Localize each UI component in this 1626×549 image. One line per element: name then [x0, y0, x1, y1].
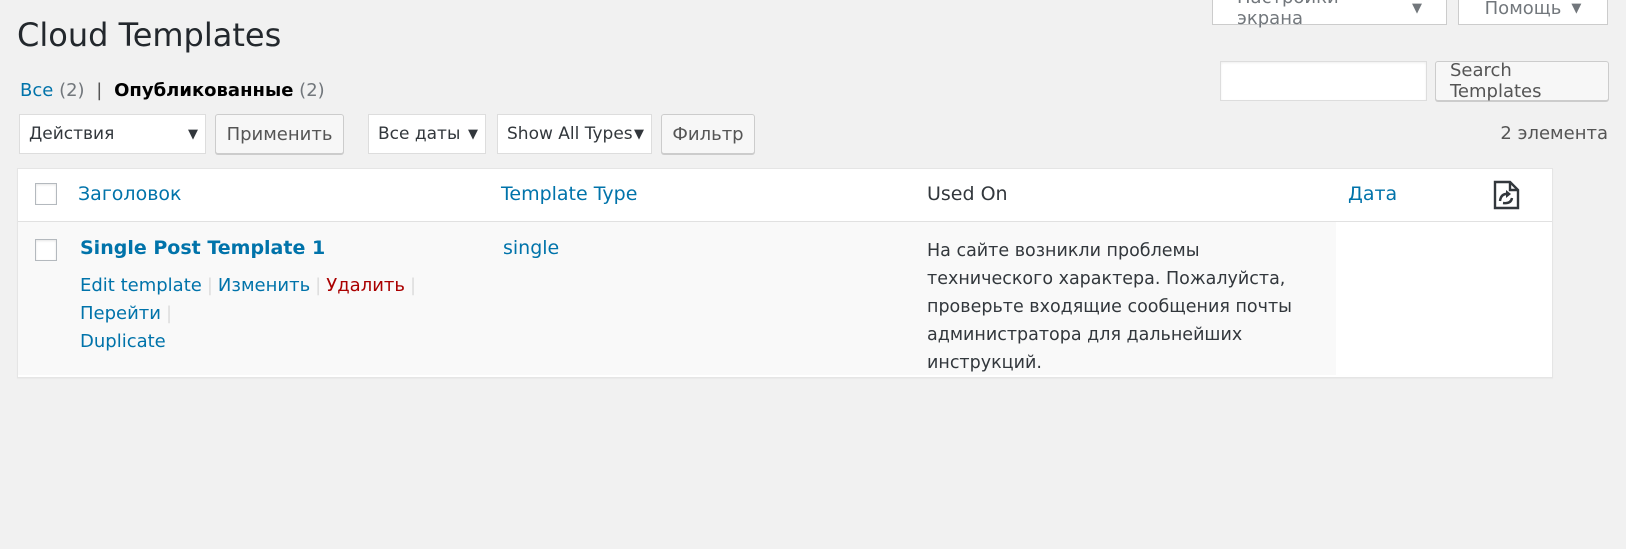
action-separator: | — [206, 275, 213, 296]
action-separator: | — [410, 275, 417, 296]
help-label: Помощь — [1484, 0, 1562, 19]
status-views: Все (2) | Опубликованные (2) — [20, 80, 325, 101]
views-separator: | — [96, 80, 103, 101]
row-checkbox[interactable] — [35, 239, 57, 261]
view-link[interactable]: Перейти — [80, 303, 161, 324]
edit-template-link[interactable]: Edit template — [80, 275, 202, 296]
column-date-sort[interactable]: Дата — [1348, 183, 1397, 205]
select-all-checkbox[interactable] — [35, 183, 57, 205]
table-row: Single Post Template 1 Edit template | Изм… — [18, 222, 1336, 375]
triangle-down-icon: ▼ — [188, 126, 198, 142]
table-header: Заголовок Template Type Used On Дата — [18, 169, 1552, 222]
column-title-sort[interactable]: Заголовок — [78, 183, 182, 205]
dates-filter-select[interactable]: Все даты ▼ — [368, 114, 486, 154]
screen-meta-links: Настройки экрана ▼ Помощь ▼ — [1212, 0, 1608, 29]
apply-button[interactable]: Применить — [215, 114, 344, 154]
view-all-count: (2) — [59, 80, 85, 101]
filter-button[interactable]: Фильтр — [661, 114, 755, 154]
tablenav-top: Действия ▼ Применить Все даты ▼ Show All… — [18, 114, 1608, 154]
search-templates-button[interactable]: Search Templates — [1435, 60, 1609, 102]
search-input[interactable] — [1220, 61, 1427, 101]
column-used-on: Used On — [927, 183, 1008, 205]
types-filter-value: Show All Types — [507, 124, 633, 144]
dates-filter-value: Все даты — [378, 124, 461, 144]
triangle-down-icon: ▼ — [634, 126, 644, 142]
used-on-cell: На сайте возникли проблемы технического … — [927, 241, 1292, 373]
view-published-count: (2) — [299, 80, 325, 101]
items-count: 2 элемента — [1500, 123, 1608, 144]
view-all-label: Все — [20, 80, 54, 101]
triangle-down-icon: ▼ — [1412, 0, 1422, 16]
search-box: Search Templates — [1220, 60, 1609, 102]
triangle-down-icon: ▼ — [1571, 0, 1582, 16]
action-separator: | — [166, 303, 173, 324]
duplicate-link[interactable]: Duplicate — [80, 331, 166, 352]
row-title-link[interactable]: Single Post Template 1 — [80, 237, 325, 259]
triangle-down-icon: ▼ — [468, 126, 478, 142]
view-published-link[interactable]: Опубликованные — [114, 80, 293, 101]
bulk-actions-select[interactable]: Действия ▼ — [19, 114, 206, 154]
sync-document-icon[interactable] — [1490, 179, 1522, 215]
types-filter-select[interactable]: Show All Types ▼ — [497, 114, 652, 154]
template-type-link[interactable]: single — [503, 237, 559, 259]
edit-link[interactable]: Изменить — [218, 275, 310, 296]
screen-options-label: Настройки экрана — [1237, 0, 1339, 29]
delete-link[interactable]: Удалить — [326, 275, 405, 296]
view-all-link[interactable]: Все — [20, 80, 53, 101]
templates-table: Заголовок Template Type Used On Дата Sin… — [17, 168, 1553, 378]
help-button[interactable]: Помощь ▼ — [1458, 0, 1608, 25]
row-actions: Edit template | Изменить | Удалить |Перейти | … — [80, 272, 490, 356]
column-template-type-sort[interactable]: Template Type — [501, 183, 637, 205]
page-title: Cloud Templates — [17, 16, 282, 54]
screen-options-button[interactable]: Настройки экрана ▼ — [1212, 0, 1447, 29]
bulk-actions-value: Действия — [29, 124, 115, 144]
action-separator: | — [315, 275, 322, 296]
